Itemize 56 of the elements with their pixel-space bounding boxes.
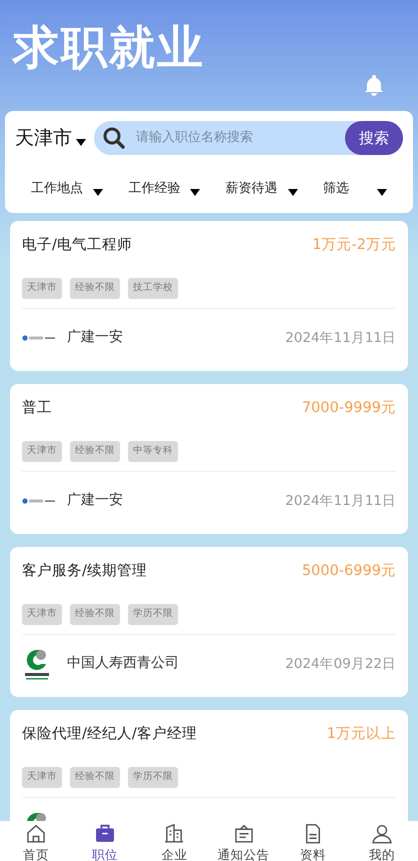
city-selector[interactable]: 天津市 [15, 124, 86, 152]
tag: 经验不限 [70, 767, 120, 788]
caret-icon [376, 189, 387, 196]
company-name: 广建一安 [67, 328, 124, 348]
job-card[interactable]: 客户服务/续期管理 5000-6999元 天津市 经验不限 学历不限 中国人寿西青公司 2024年09月22日 [10, 546, 408, 697]
filter-dropdown[interactable]: 筛选 [322, 179, 387, 199]
tag: 经验不限 [70, 441, 120, 462]
tag: 天津市 [22, 767, 62, 788]
search-button[interactable]: 搜索 [345, 121, 403, 156]
nav-tab[interactable]: 企业 [144, 821, 204, 861]
notice-board-icon [232, 823, 255, 844]
caret-icon [288, 189, 298, 196]
company-name: 广建一安 [67, 491, 124, 510]
tag: 技工学校 [128, 278, 178, 299]
search-icon [102, 126, 126, 150]
tag: 经验不限 [70, 604, 120, 625]
tag: 经验不限 [70, 278, 120, 299]
tag: 中等专科 [128, 441, 178, 462]
job-title: 电子/电气工程师 [22, 236, 132, 255]
post-date: 2024年09月22日 [285, 654, 396, 674]
tag: 天津市 [22, 441, 62, 462]
filter-dropdown[interactable]: 薪资待遇 [226, 179, 298, 199]
salary: 5000-6999元 [302, 562, 396, 581]
caret-icon [93, 189, 103, 196]
salary: 1万元-2万元 [312, 236, 396, 255]
company-logo [22, 334, 56, 342]
caret-icon [76, 138, 86, 146]
company-name: 中国人寿西青公司 [67, 654, 180, 674]
filter-dropdown[interactable]: 工作经验 [128, 179, 200, 199]
job-title: 普工 [22, 398, 52, 418]
caret-icon [190, 189, 200, 196]
building-icon [163, 823, 186, 844]
nav-tab[interactable]: 首页 [6, 821, 66, 861]
nav-tab[interactable]: 资料 [282, 821, 343, 861]
page-title: 求职就业 [13, 22, 206, 73]
home-icon [25, 823, 47, 844]
job-card[interactable]: 电子/电气工程师 1万元-2万元 天津市 经验不限 技工学校 广建一安 2024年11月11日 [10, 220, 408, 371]
tag: 学历不限 [128, 604, 178, 625]
job-title: 客户服务/续期管理 [22, 562, 147, 581]
job-card[interactable]: 保险代理/经纪人/客户经理 1万元以上 天津市 经验不限 学历不限 [10, 710, 408, 821]
tag: 学历不限 [128, 767, 178, 788]
tag: 天津市 [22, 278, 62, 299]
nav-tab[interactable]: 职位 [75, 821, 136, 861]
post-date: 2024年11月11日 [285, 492, 396, 511]
user-icon [370, 823, 393, 844]
job-card[interactable]: 普工 7000-9999元 天津市 经验不限 中等专科 广建一安 2024年11月11日 [10, 384, 408, 534]
job-title: 保险代理/经纪人/客户经理 [22, 724, 197, 744]
post-date: 2024年11月11日 [285, 328, 396, 348]
company-logo [22, 496, 56, 505]
search-field[interactable]: 请输入职位名称搜索 搜索 [94, 121, 403, 156]
salary: 1万元以上 [326, 724, 396, 744]
filter-dropdown[interactable]: 工作地点 [31, 179, 103, 199]
salary: 7000-9999元 [302, 398, 396, 418]
tag: 天津市 [22, 604, 62, 625]
nav-tab[interactable]: 我的 [352, 821, 412, 861]
nav-tab[interactable]: 通知公告 [214, 821, 274, 861]
